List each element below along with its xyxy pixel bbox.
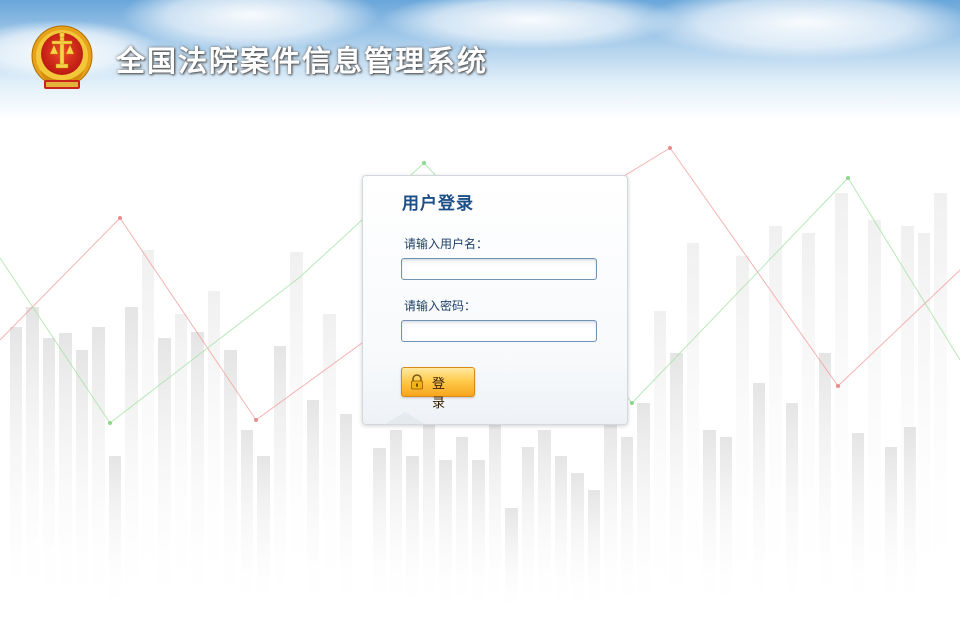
login-button[interactable]: 登 录: [401, 367, 475, 411]
login-panel: 用户登录 请输入用户名： 请输入密码： 登 录: [362, 175, 628, 425]
court-emblem-icon: [31, 25, 93, 89]
login-title: 用户登录: [402, 194, 474, 214]
lock-icon: [411, 374, 423, 390]
app-title: 全国法院案件信息管理系统: [116, 44, 489, 78]
header: 全国法院案件信息管理系统: [0, 0, 960, 110]
login-button-label: 登 录: [432, 377, 450, 411]
password-input[interactable]: [401, 320, 597, 342]
password-label: 请输入密码：: [404, 299, 477, 313]
panel-decoration: [385, 412, 425, 424]
username-label: 请输入用户名：: [404, 237, 489, 251]
username-input[interactable]: [401, 258, 597, 280]
